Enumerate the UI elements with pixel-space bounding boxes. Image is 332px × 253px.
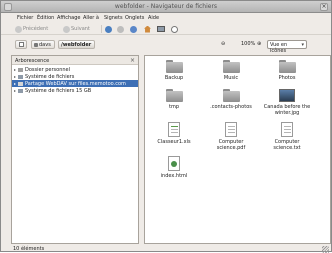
home-button[interactable] [144, 25, 151, 33]
zoom-level[interactable]: 100% [241, 41, 255, 47]
file-name: Computer science.txt [273, 139, 301, 151]
stop-button[interactable] [117, 25, 124, 33]
breadcrumb-webfolder[interactable]: /webfolder [58, 40, 95, 49]
tree-list: ▸ Dossier personnel ▸ Système de fichier… [12, 66, 138, 94]
tree-item-filesystem[interactable]: ▸ Système de fichiers [12, 73, 138, 80]
computer-icon [157, 26, 165, 32]
file-item-computer-science-pdf[interactable]: Computer science.pdf [206, 122, 256, 151]
forward-label: Suivant [71, 26, 90, 32]
drive-icon [18, 74, 23, 79]
up-button[interactable] [105, 25, 112, 33]
folder-icon [165, 89, 183, 102]
breadcrumb-label: davs [39, 41, 51, 48]
tree-item-home[interactable]: ▸ Dossier personnel [12, 66, 138, 73]
chevron-down-icon: ▾ [301, 42, 304, 48]
reload-icon [130, 25, 137, 33]
toolbar: Précédent Suivant [1, 23, 331, 35]
tree-item-label: Système de fichiers 15 GB [25, 87, 92, 94]
view-mode-select[interactable]: Vue en icônes ▾ [267, 40, 307, 54]
file-item-classeur-xls[interactable]: Classeur1.xls [149, 122, 199, 145]
file-name: Classeur1.xls [157, 139, 191, 145]
drive-icon [34, 42, 38, 47]
computer-button[interactable] [157, 25, 165, 33]
zoom-out-button[interactable]: ⊖ [221, 41, 225, 47]
sidebar-header[interactable]: Arborescence × [12, 56, 138, 65]
menu-onglets[interactable]: Onglets [125, 15, 144, 21]
zoom-in-icon: ⊕ [257, 41, 262, 47]
menu-fichier[interactable]: Fichier [17, 15, 33, 21]
breadcrumb-davs[interactable]: davs [31, 40, 55, 49]
tree-item-label: Partage WebDAV sur files.memotoo.com [25, 80, 126, 87]
edit-location-icon [18, 42, 24, 47]
sidebar-header-label: Arborescence [15, 58, 50, 64]
file-name: Computer science.pdf [216, 139, 246, 151]
file-item-photos[interactable]: Photos [262, 60, 312, 81]
file-browser-window: webfolder - Navigateur de fichiers × Fic… [0, 0, 332, 253]
folder-icon [222, 60, 240, 73]
pdf-icon [225, 122, 237, 137]
forward-arrow-icon [63, 25, 70, 33]
tree-item-volume[interactable]: ▸ Système de fichiers 15 GB [12, 87, 138, 94]
tree-item-label: Dossier personnel [25, 66, 71, 73]
window-title: webfolder - Navigateur de fichiers [114, 3, 218, 10]
stop-icon [117, 25, 124, 33]
network-drive-icon [18, 81, 23, 86]
image-thumbnail-icon [279, 89, 295, 102]
menu-signets[interactable]: Signets [104, 15, 123, 21]
menu-bar: Fichier Édition Affichage Aller à Signet… [1, 13, 331, 23]
file-name: Music [223, 75, 239, 81]
folder-icon [278, 60, 296, 73]
back-label: Précédent [23, 26, 49, 32]
file-item-canada-jpg[interactable]: Canada before the winter.jpg [262, 89, 312, 116]
file-name: .contacts-photos [210, 104, 252, 110]
close-window-button[interactable]: × [320, 3, 328, 11]
tree-item-label: Système de fichiers [25, 73, 75, 80]
sidebar-tree: Arborescence × ▸ Dossier personnel ▸ Sys… [11, 55, 139, 244]
toggle-location-button[interactable] [15, 40, 27, 49]
item-count: 10 éléments [13, 246, 45, 252]
spreadsheet-icon [168, 122, 180, 137]
title-bar[interactable]: webfolder - Navigateur de fichiers × [1, 1, 331, 13]
menu-aller-a[interactable]: Aller à [83, 15, 99, 21]
icon-view: Backup Music Photos tmp .contacts-photos… [144, 55, 331, 244]
view-mode-value: Vue en icônes [270, 42, 288, 54]
menu-affichage[interactable]: Affichage [57, 15, 81, 21]
file-item-music[interactable]: Music [206, 60, 256, 81]
menu-aide[interactable]: Aide [148, 15, 159, 21]
html-file-icon [168, 156, 180, 171]
back-arrow-icon [15, 25, 22, 33]
file-name: tmp [168, 104, 179, 110]
file-name: Photos [278, 75, 296, 81]
file-item-index-html[interactable]: index.html [149, 156, 199, 179]
file-name: index.html [160, 173, 188, 179]
file-item-backup[interactable]: Backup [149, 60, 199, 81]
folder-icon [18, 67, 23, 72]
back-button[interactable]: Précédent [15, 25, 48, 33]
text-file-icon [281, 122, 293, 137]
file-name: Canada before the winter.jpg [263, 104, 311, 116]
folder-icon [222, 89, 240, 102]
file-item-tmp[interactable]: tmp [149, 89, 199, 110]
reload-button[interactable] [130, 25, 137, 33]
drive-icon [18, 88, 23, 93]
search-button[interactable] [171, 25, 178, 33]
folder-icon [165, 60, 183, 73]
file-item-computer-science-txt[interactable]: Computer science.txt [262, 122, 312, 151]
file-item-contacts-photos[interactable]: .contacts-photos [206, 89, 256, 110]
toolbar-separator [101, 25, 102, 33]
search-icon [171, 25, 178, 33]
home-icon [144, 25, 151, 33]
location-bar: davs /webfolder ⊖ 100% ⊕ Vue en icônes ▾ [1, 36, 331, 54]
file-name: Backup [164, 75, 184, 81]
zoom-in-button[interactable]: ⊕ [257, 41, 261, 47]
breadcrumb-label: /webfolder [61, 41, 92, 48]
menu-edition[interactable]: Édition [37, 15, 54, 21]
close-sidebar-icon[interactable]: × [130, 57, 135, 64]
forward-button[interactable]: Suivant [63, 25, 90, 33]
zoom-out-icon: ⊖ [221, 41, 226, 47]
tree-item-webdav[interactable]: ▸ Partage WebDAV sur files.memotoo.com [12, 80, 138, 87]
up-arrow-icon [105, 25, 112, 33]
